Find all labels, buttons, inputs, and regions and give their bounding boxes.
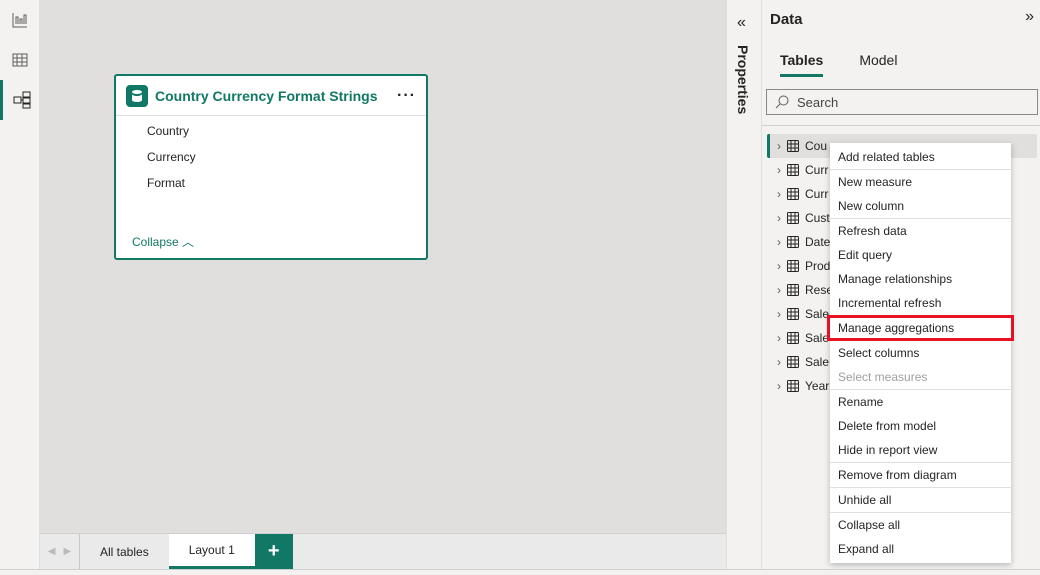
table-name: Rese: [805, 283, 834, 297]
add-layout-button[interactable]: +: [254, 534, 293, 569]
chevron-right-icon[interactable]: ›: [777, 307, 781, 321]
more-options-icon[interactable]: ···: [397, 87, 416, 105]
scroll-right-icon[interactable]: ▶: [64, 546, 72, 557]
menu-item-new-measure[interactable]: New measure: [830, 170, 1011, 194]
table-icon: [787, 380, 799, 392]
table-icon: [787, 164, 799, 176]
tab-layout-1[interactable]: Layout 1: [168, 534, 255, 569]
collapse-pane-icon[interactable]: »: [1025, 8, 1034, 26]
search-input[interactable]: Search: [766, 89, 1038, 115]
layout-tabs-bar: ◀ ▶ All tables Layout 1 +: [40, 533, 762, 569]
field-country[interactable]: Country: [116, 118, 426, 144]
menu-item-manage-relationships[interactable]: Manage relationships: [830, 267, 1011, 291]
table-icon: [787, 284, 799, 296]
collapse-label: Collapse: [132, 235, 179, 249]
diagram-canvas[interactable]: Country Currency Format Strings ··· Coun…: [40, 0, 726, 533]
table-icon: [787, 236, 799, 248]
chevron-right-icon[interactable]: ›: [777, 283, 781, 297]
chevron-right-icon[interactable]: ›: [777, 259, 781, 273]
report-view-icon[interactable]: [0, 0, 40, 40]
chevron-right-icon[interactable]: ›: [777, 163, 781, 177]
menu-item-expand-all[interactable]: Expand all: [830, 537, 1011, 561]
menu-item-incremental-refresh[interactable]: Incremental refresh: [830, 291, 1011, 315]
chevron-right-icon[interactable]: ›: [777, 379, 781, 393]
menu-item-hide-in-report-view[interactable]: Hide in report view: [830, 438, 1011, 462]
database-icon: [126, 84, 148, 107]
chevron-right-icon[interactable]: ›: [777, 187, 781, 201]
search-icon: [775, 95, 789, 109]
menu-item-manage-aggregations[interactable]: Manage aggregations: [827, 315, 1014, 341]
chevron-right-icon[interactable]: ›: [777, 139, 781, 153]
view-rail: [0, 0, 40, 575]
tab-tables[interactable]: Tables: [780, 52, 824, 77]
menu-item-select-measures: Select measures: [838, 370, 928, 384]
tab-model[interactable]: Model: [859, 52, 897, 77]
scroll-left-icon[interactable]: ◀: [48, 546, 56, 557]
tab-all-tables[interactable]: All tables: [80, 534, 169, 569]
table-name: Curr: [805, 187, 829, 201]
menu-item-collapse-all[interactable]: Collapse all: [830, 513, 1011, 537]
card-title: Country Currency Format Strings: [155, 87, 378, 104]
table-icon: [787, 188, 799, 200]
table-icon: [787, 260, 799, 272]
table-icon: [787, 308, 799, 320]
field-format[interactable]: Format: [116, 170, 426, 196]
menu-item-add-related-tables[interactable]: Add related tables: [830, 145, 1011, 169]
menu-item-new-column[interactable]: New column: [830, 194, 1011, 218]
table-name: Prod: [805, 259, 831, 273]
menu-item-rename[interactable]: Rename: [830, 390, 1011, 414]
table-icon: [787, 356, 799, 368]
menu-item-edit-query[interactable]: Edit query: [830, 243, 1011, 267]
table-view-icon[interactable]: [0, 40, 40, 80]
table-icon: [787, 212, 799, 224]
chevron-up-icon: ︿: [182, 235, 195, 249]
table-name: Date: [805, 235, 831, 249]
expand-properties-icon[interactable]: «: [737, 14, 746, 32]
table-name: Year: [805, 379, 830, 393]
table-name: Sale: [805, 307, 830, 321]
menu-item-unhide-all[interactable]: Unhide all: [830, 488, 1011, 512]
chevron-right-icon[interactable]: ›: [777, 211, 781, 225]
chevron-right-icon[interactable]: ›: [777, 235, 781, 249]
collapse-button[interactable]: Collapse ︿: [132, 233, 194, 250]
status-bar: [0, 569, 1040, 575]
table-name: Sale: [805, 331, 830, 345]
menu-item-select-columns[interactable]: Select columns: [830, 341, 1011, 365]
chevron-right-icon[interactable]: ›: [777, 331, 781, 345]
context-menu: Add related tables New measure New column R…: [827, 143, 1014, 563]
table-icon: [787, 332, 799, 344]
table-name: Curr: [805, 163, 829, 177]
model-view-icon[interactable]: [0, 80, 40, 120]
properties-pane-collapsed: « Properties: [726, 0, 762, 569]
table-name: Cust: [805, 211, 830, 225]
properties-label[interactable]: Properties: [735, 45, 751, 114]
search-placeholder: Search: [797, 94, 839, 110]
menu-item-refresh-data[interactable]: Refresh data: [830, 219, 1011, 243]
table-name: Cou: [805, 139, 828, 153]
table-name: Sale: [805, 355, 830, 369]
data-pane-title: Data: [770, 11, 803, 28]
chevron-right-icon[interactable]: ›: [777, 355, 781, 369]
menu-item-delete-from-model[interactable]: Delete from model: [830, 414, 1011, 438]
table-card[interactable]: Country Currency Format Strings ··· Coun…: [114, 74, 428, 260]
field-currency[interactable]: Currency: [116, 144, 426, 170]
table-icon: [787, 140, 799, 152]
menu-item-remove-from-diagram[interactable]: Remove from diagram: [830, 463, 1011, 487]
